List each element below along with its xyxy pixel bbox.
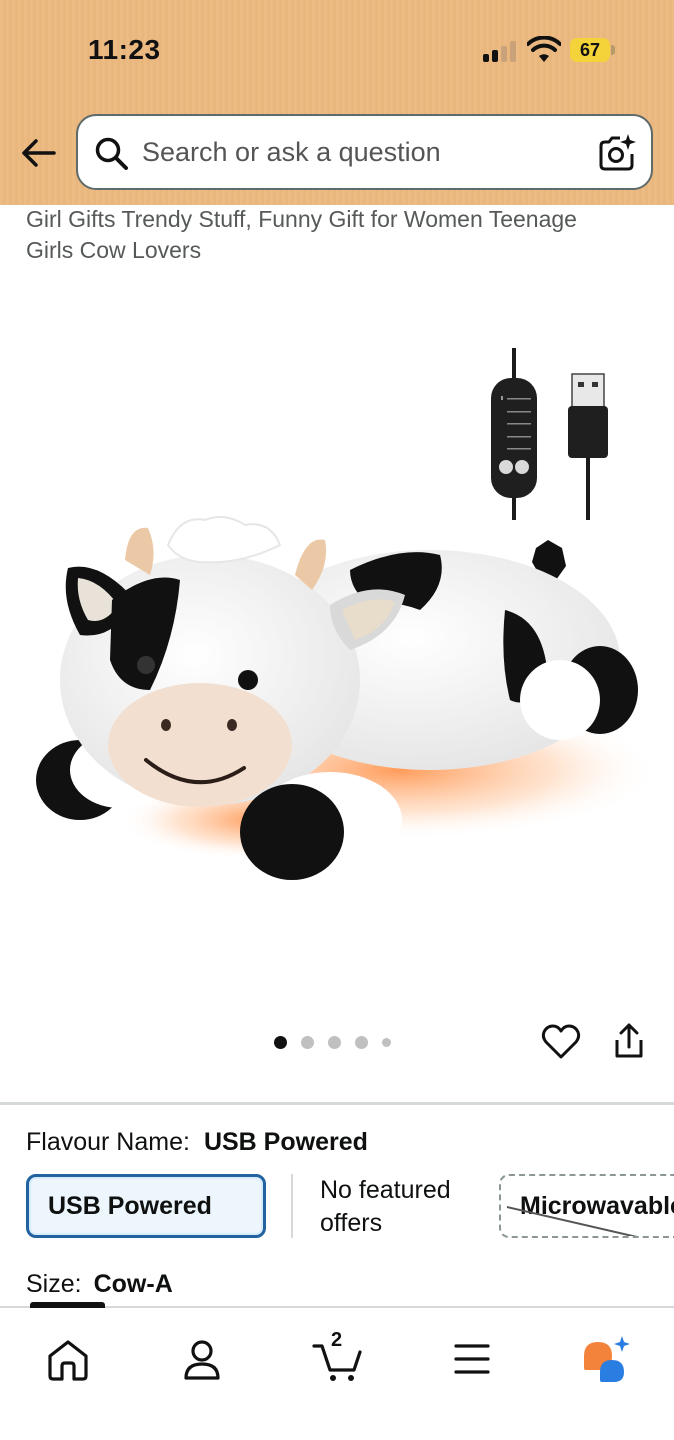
option-separator	[291, 1174, 293, 1238]
product-title-line: Girls Cow Lovers	[26, 237, 202, 263]
product-title-line: Girl Gifts Trendy Stuff, Funny Gift for …	[26, 206, 577, 232]
product-title[interactable]: Girl Gifts Trendy Stuff, Funny Gift for …	[26, 204, 646, 266]
status-time: 11:23	[88, 34, 161, 65]
home-icon[interactable]	[40, 1334, 96, 1384]
menu-icon[interactable]	[444, 1334, 500, 1384]
size-value: Cow-A	[93, 1270, 173, 1298]
nav-active-indicator	[30, 1302, 105, 1308]
back-arrow-icon[interactable]	[18, 132, 60, 174]
bottom-nav: 2	[0, 1302, 674, 1440]
battery-cap	[611, 45, 615, 55]
flavour-name-row: Flavour Name: USB Powered	[26, 1128, 368, 1157]
no-featured-offers-note: No featured offers	[320, 1176, 451, 1237]
search-bar[interactable]	[76, 114, 653, 190]
heart-icon[interactable]	[540, 1021, 582, 1063]
product-image[interactable]	[0, 290, 674, 990]
pager-dot[interactable]	[301, 1035, 314, 1049]
flavour-label: Flavour Name:	[26, 1128, 190, 1156]
cart-button[interactable]: 2	[310, 1329, 366, 1384]
wifi-icon	[527, 36, 561, 62]
camera-search-icon[interactable]	[596, 132, 638, 174]
battery-indicator: 67	[570, 38, 610, 62]
size-row: Size: Cow-A	[26, 1270, 173, 1299]
flavour-value: USB Powered	[203, 1128, 368, 1156]
usb-controller-illustration	[491, 348, 608, 520]
share-icon[interactable]	[608, 1020, 650, 1062]
image-pager[interactable]	[274, 1034, 405, 1050]
size-label: Size:	[26, 1270, 82, 1298]
pager-dot[interactable]	[274, 1035, 287, 1049]
pager-dot[interactable]	[382, 1037, 391, 1047]
account-icon[interactable]	[174, 1334, 230, 1384]
option-usb-powered[interactable]: USB Powered	[26, 1174, 266, 1238]
search-input[interactable]	[142, 116, 582, 188]
search-icon	[95, 137, 128, 170]
option-microwavable[interactable]: Microwavable	[499, 1174, 674, 1238]
pager-dot[interactable]	[328, 1035, 341, 1049]
pager-dot[interactable]	[355, 1035, 368, 1049]
cart-count-badge: 2	[331, 1329, 343, 1351]
cellular-signal-icon	[483, 40, 517, 62]
app-header: 11:23 67	[0, 0, 674, 205]
section-divider	[0, 1102, 674, 1105]
rufus-icon[interactable]	[578, 1334, 634, 1384]
